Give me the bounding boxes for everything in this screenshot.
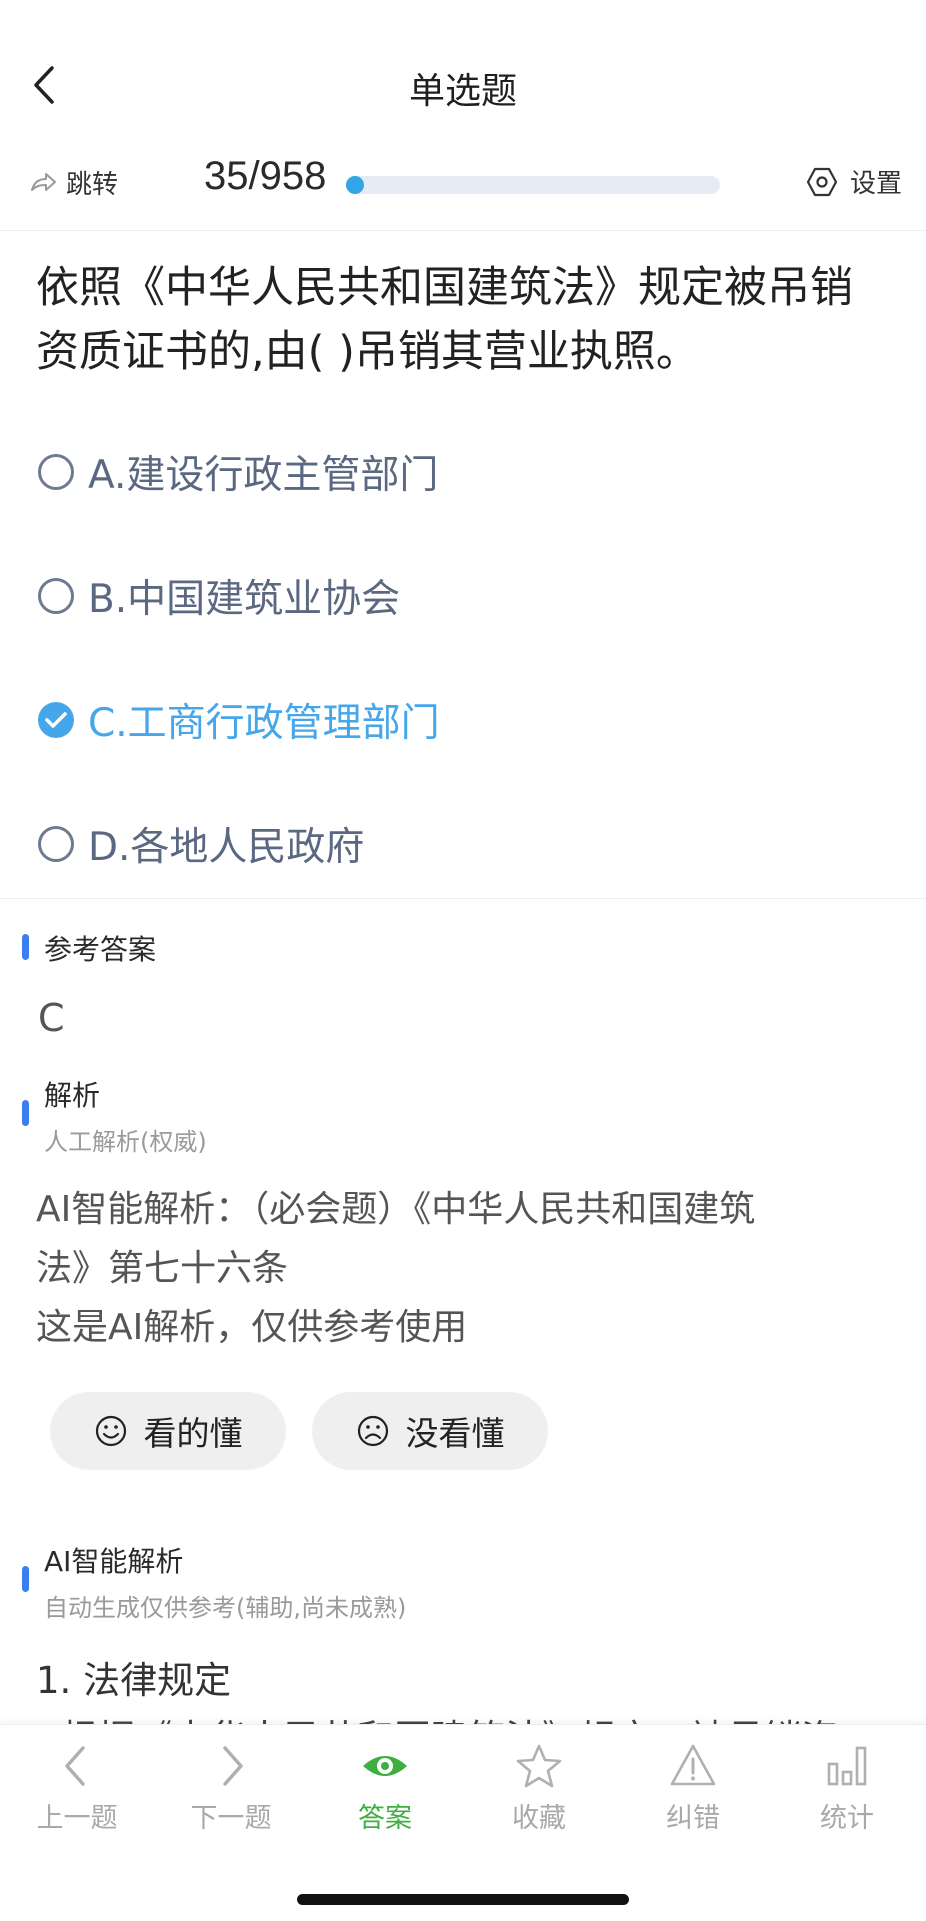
understood-label: 看的懂 — [143, 1414, 243, 1453]
nav-answer[interactable]: 答案 — [308, 1742, 462, 1835]
progress-fill — [346, 176, 364, 194]
not-understood-label: 没看懂 — [405, 1414, 505, 1453]
settings-button[interactable]: 设置 — [806, 163, 902, 200]
radio-icon — [38, 454, 74, 490]
option-c[interactable]: C.工商行政管理部门 — [38, 692, 440, 748]
nav-label: 统计 — [820, 1803, 874, 1834]
understood-button[interactable]: 看的懂 — [50, 1392, 286, 1470]
home-indicator — [297, 1894, 629, 1905]
analysis-title: 解析 — [44, 1079, 101, 1112]
option-b[interactable]: B.中国建筑业协会 — [38, 568, 400, 624]
nav-label: 上一题 — [36, 1803, 118, 1834]
frown-icon — [357, 1415, 388, 1447]
ai-analysis-title: AI智能解析 — [44, 1545, 184, 1578]
nav-label: 下一题 — [190, 1803, 272, 1834]
nav-report-error[interactable]: 纠错 — [616, 1742, 770, 1835]
ai-analysis-subtitle: 自动生成仅供参考(辅助,尚未成熟) — [44, 1594, 407, 1622]
nav-next[interactable]: 下一题 — [154, 1742, 308, 1835]
radio-icon — [38, 578, 74, 614]
nav-favorite[interactable]: 收藏 — [462, 1742, 616, 1835]
not-understood-button[interactable]: 没看懂 — [312, 1392, 548, 1470]
settings-label: 设置 — [850, 169, 903, 199]
nav-label: 收藏 — [512, 1803, 566, 1834]
nav-prev[interactable]: 上一题 — [0, 1742, 154, 1835]
chevron-right-icon — [223, 1746, 243, 1786]
analysis-line: 法》第七十六条 — [36, 1248, 289, 1289]
share-arrow-icon — [31, 172, 56, 191]
question-counter: 35/958 — [204, 154, 327, 198]
option-a[interactable]: A.建设行政主管部门 — [38, 444, 438, 500]
question-text: 依照《中华人民共和国建筑法》规定被吊销资质证书的,由( )吊销其营业执照。 — [36, 263, 853, 377]
analysis-subtitle: 人工解析(权威) — [44, 1128, 207, 1156]
option-label: B.中国建筑业协会 — [88, 577, 401, 622]
radio-icon — [38, 826, 74, 862]
jump-label: 跳转 — [66, 170, 119, 200]
reference-answer-title: 参考答案 — [44, 933, 157, 966]
jump-button[interactable]: 跳转 — [28, 164, 118, 201]
analysis-body: AI智能解析：（必会题）《中华人民共和国建筑 法》第七十六条 这是AI解析，仅供… — [36, 1180, 896, 1357]
option-d[interactable]: D.各地人民政府 — [38, 816, 364, 872]
gear-icon — [806, 167, 838, 196]
nav-label: 答案 — [358, 1803, 412, 1834]
option-label: D.各地人民政府 — [88, 825, 365, 870]
star-icon — [516, 1744, 562, 1788]
ai-analysis-line: 1. 法律规定 — [36, 1659, 232, 1702]
option-label: A.建设行政主管部门 — [88, 453, 439, 498]
smile-icon — [95, 1415, 126, 1447]
chevron-left-icon — [65, 1746, 85, 1786]
section-marker — [22, 1566, 29, 1592]
nav-stats[interactable]: 统计 — [770, 1742, 924, 1835]
progress-track — [346, 176, 720, 194]
reference-answer-value: C — [38, 996, 65, 1040]
analysis-line: 这是AI解析，仅供参考使用 — [36, 1307, 468, 1348]
eye-icon — [363, 1756, 407, 1776]
bar-chart-icon — [827, 1746, 867, 1786]
analysis-line: AI智能解析：（必会题）《中华人民共和国建筑 — [36, 1189, 756, 1230]
option-label: C.工商行政管理部门 — [88, 701, 440, 746]
page-title: 单选题 — [408, 71, 517, 112]
warning-icon — [670, 1744, 716, 1786]
divider — [0, 898, 926, 899]
section-marker — [22, 934, 29, 960]
checkmark-circle-icon — [38, 702, 74, 738]
divider — [0, 230, 926, 231]
section-marker — [22, 1100, 29, 1126]
nav-label: 纠错 — [666, 1803, 720, 1834]
